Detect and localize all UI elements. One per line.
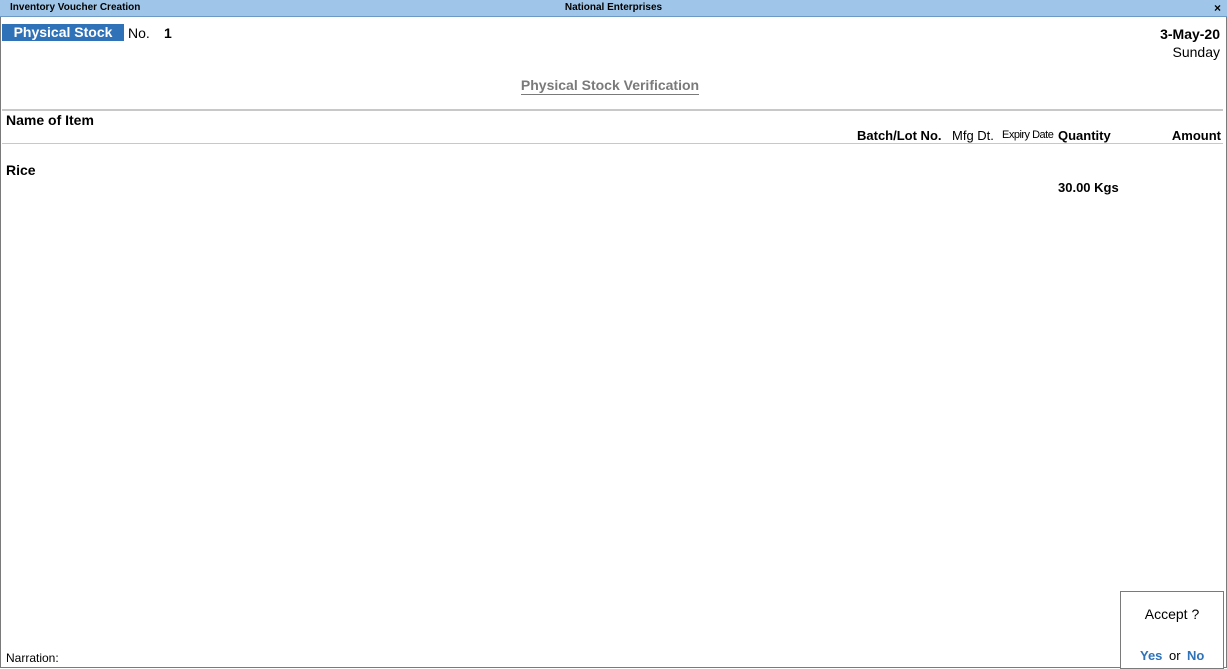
accept-yes-button[interactable]: Yes [1140, 648, 1162, 663]
column-header-expiry: Expiry Date [1002, 129, 1054, 141]
narration-label[interactable]: Narration: [6, 651, 59, 665]
column-header-batch: Batch/Lot No. [857, 128, 942, 143]
column-header-name: Name of Item [6, 112, 94, 128]
header-divider [2, 109, 1223, 111]
column-header-amount: Amount [1171, 128, 1221, 143]
column-header-quantity: Quantity [1058, 128, 1111, 143]
accept-question: Accept ? [1144, 606, 1200, 622]
voucher-type-badge[interactable]: Physical Stock [2, 24, 124, 41]
page-heading-text: Physical Stock Verification [520, 77, 700, 95]
item-name-cell[interactable]: Rice [6, 162, 36, 178]
item-quantity-cell[interactable]: 30.00 Kgs [1058, 180, 1119, 195]
voucher-date[interactable]: 3-May-20 [1160, 26, 1220, 42]
title-bar: Inventory Voucher Creation National Ente… [0, 0, 1227, 17]
accept-no-button[interactable]: No [1187, 648, 1204, 663]
voucher-no-label: No. [128, 25, 150, 41]
close-icon[interactable]: × [1214, 0, 1221, 16]
voucher-day: Sunday [1172, 44, 1220, 60]
voucher-no-value[interactable]: 1 [164, 25, 172, 41]
page-heading: Physical Stock Verification [0, 77, 1220, 95]
accept-or-text: or [1169, 648, 1181, 663]
company-name: National Enterprises [564, 2, 663, 13]
column-divider [2, 143, 1223, 144]
column-header-mfg: Mfg Dt. [952, 128, 994, 143]
accept-dialog: Accept ? Yes or No [1120, 591, 1224, 669]
window-frame [0, 0, 1227, 668]
